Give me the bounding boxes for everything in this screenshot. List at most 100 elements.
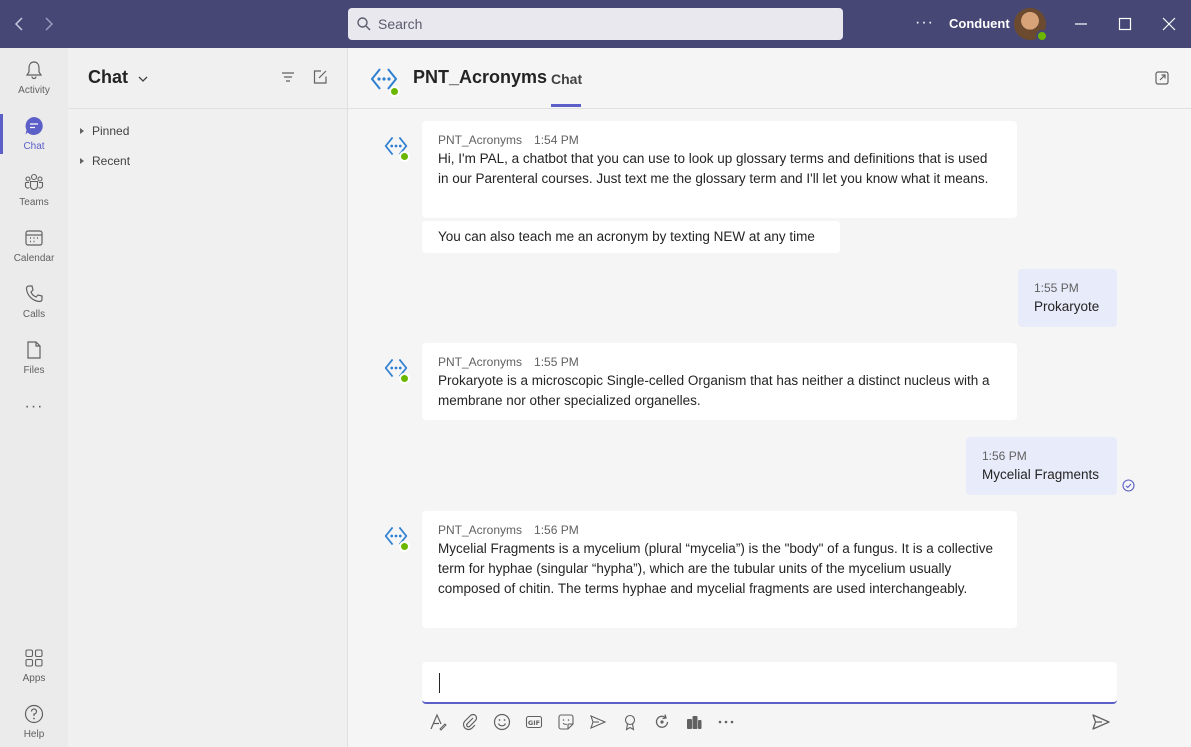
my-message-bubble[interactable]: 1:55 PM Prokaryote [1018, 269, 1117, 327]
message-time: 1:54 PM [534, 133, 579, 147]
message-time: 1:55 PM [1034, 281, 1079, 295]
sticker-icon[interactable] [557, 713, 575, 731]
rail-item-help[interactable]: Help [0, 694, 68, 747]
title-bar: Search ··· Conduent [0, 0, 1191, 48]
message-text: Prokaryote [1034, 299, 1100, 314]
section-recent[interactable]: Recent [80, 154, 130, 168]
bell-icon [25, 61, 43, 80]
message-text: Mycelial Fragments is a mycelium (plural… [438, 541, 994, 596]
presence-available-icon [399, 373, 410, 384]
teams-icon [24, 173, 44, 191]
rail-label: Apps [22, 673, 46, 684]
search-icon [357, 17, 371, 31]
active-tab-indicator [551, 104, 581, 107]
conversation-title: PNT_Acronyms [413, 67, 548, 87]
message-bubble[interactable]: PNT_Acronyms 1:55 PM Prokaryote is a micr… [422, 343, 1017, 420]
section-pinned[interactable]: Pinned [80, 124, 129, 138]
rail-item-calendar[interactable]: Calendar [0, 218, 68, 274]
app-extension-icon[interactable] [685, 713, 703, 731]
rail-item-activity[interactable]: Activity [0, 50, 68, 106]
my-message-bubble[interactable]: 1:56 PM Mycelial Fragments [966, 437, 1117, 495]
rail-more-apps-button[interactable]: ··· [0, 398, 68, 426]
rail-label: Help [23, 729, 45, 740]
message-text: You can also teach me an acronym by text… [438, 229, 815, 244]
rail-item-calls[interactable]: Calls [0, 274, 68, 330]
compose-message-input[interactable] [422, 662, 1117, 704]
more-options-button[interactable]: ··· [915, 12, 935, 34]
app-rail: Activity Chat Teams Calendar Calls Files… [0, 48, 68, 747]
maximize-icon[interactable] [1115, 14, 1135, 34]
chat-icon [25, 117, 43, 135]
search-input[interactable]: Search [348, 8, 843, 40]
caret-right-icon [80, 158, 84, 164]
rail-label: Calendar [13, 253, 55, 264]
text-cursor [439, 673, 440, 693]
praise-icon[interactable] [621, 713, 639, 731]
rail-label: Calls [22, 309, 46, 320]
organization-name[interactable]: Conduent [949, 16, 1010, 31]
rail-item-chat[interactable]: Chat [0, 106, 68, 162]
message-text: Prokaryote is a microscopic Single-celle… [438, 373, 990, 408]
message-meta: PNT_Acronyms 1:56 PM [438, 521, 1001, 539]
bot-avatar [384, 356, 412, 384]
message-bubble[interactable]: PNT_Acronyms 1:54 PM Hi, I'm PAL, a chatb… [422, 121, 1017, 218]
back-arrow-icon[interactable] [10, 14, 30, 34]
rail-item-teams[interactable]: Teams [0, 162, 68, 218]
seen-check-icon [1122, 479, 1135, 492]
caret-right-icon [80, 128, 84, 134]
message-sender: PNT_Acronyms [438, 355, 523, 369]
rail-item-files[interactable]: Files [0, 330, 68, 386]
presence-available-icon [389, 86, 400, 97]
help-icon [24, 704, 44, 724]
bot-avatar [384, 524, 412, 552]
minimize-icon[interactable] [1071, 14, 1091, 34]
message-time: 1:56 PM [534, 523, 579, 537]
conversation-header: PNT_Acronyms Chat [348, 48, 1191, 109]
send-icon[interactable] [1091, 713, 1111, 731]
rail-label: Chat [23, 141, 45, 152]
meet-now-icon[interactable] [589, 713, 607, 731]
rail-label: Teams [19, 197, 49, 208]
bot-avatar [370, 65, 400, 97]
message-time: 1:55 PM [534, 355, 579, 369]
presence-available-icon [399, 541, 410, 552]
new-chat-icon[interactable] [312, 69, 328, 85]
chat-list-title[interactable]: Chat [88, 67, 128, 88]
presence-available-icon [1036, 30, 1048, 42]
message-text: Hi, I'm PAL, a chatbot that you can use … [438, 151, 989, 186]
message-meta: PNT_Acronyms 1:54 PM [438, 131, 1001, 149]
gif-icon[interactable]: GIF [525, 713, 543, 731]
more-icon: ··· [24, 398, 44, 415]
calendar-icon [25, 230, 43, 246]
forward-arrow-icon[interactable] [38, 14, 58, 34]
chevron-down-icon[interactable] [136, 72, 150, 86]
message-bubble[interactable]: PNT_Acronyms 1:56 PM Mycelial Fragments i… [422, 511, 1017, 628]
tab-chat[interactable]: Chat [551, 71, 582, 87]
file-icon [27, 341, 41, 359]
pop-out-icon[interactable] [1154, 70, 1170, 86]
chat-list-header: Chat [68, 48, 348, 109]
presence-available-icon [399, 151, 410, 162]
close-icon[interactable] [1159, 14, 1179, 34]
bot-avatar [384, 134, 412, 162]
phone-icon [25, 285, 43, 303]
avatar[interactable] [1014, 8, 1048, 42]
chat-list-panel: Chat Pinned Recent [68, 48, 348, 747]
message-bubble[interactable]: You can also teach me an acronym by text… [422, 221, 840, 253]
message-time: 1:56 PM [982, 449, 1027, 463]
message-text: Mycelial Fragments [982, 467, 1100, 482]
emoji-icon[interactable] [493, 713, 511, 731]
rail-label: Activity [18, 85, 50, 96]
svg-text:GIF: GIF [528, 719, 540, 727]
format-icon[interactable] [429, 713, 447, 731]
rail-label: Files [23, 365, 45, 376]
apps-icon [25, 649, 43, 667]
message-sender: PNT_Acronyms [438, 523, 523, 537]
search-placeholder: Search [378, 16, 423, 32]
filter-icon[interactable] [280, 69, 296, 85]
message-meta: PNT_Acronyms 1:55 PM [438, 353, 1001, 371]
rail-item-apps[interactable]: Apps [0, 638, 68, 694]
attach-icon[interactable] [461, 713, 479, 731]
more-options-icon[interactable] [717, 713, 735, 731]
loop-icon[interactable] [653, 713, 671, 731]
